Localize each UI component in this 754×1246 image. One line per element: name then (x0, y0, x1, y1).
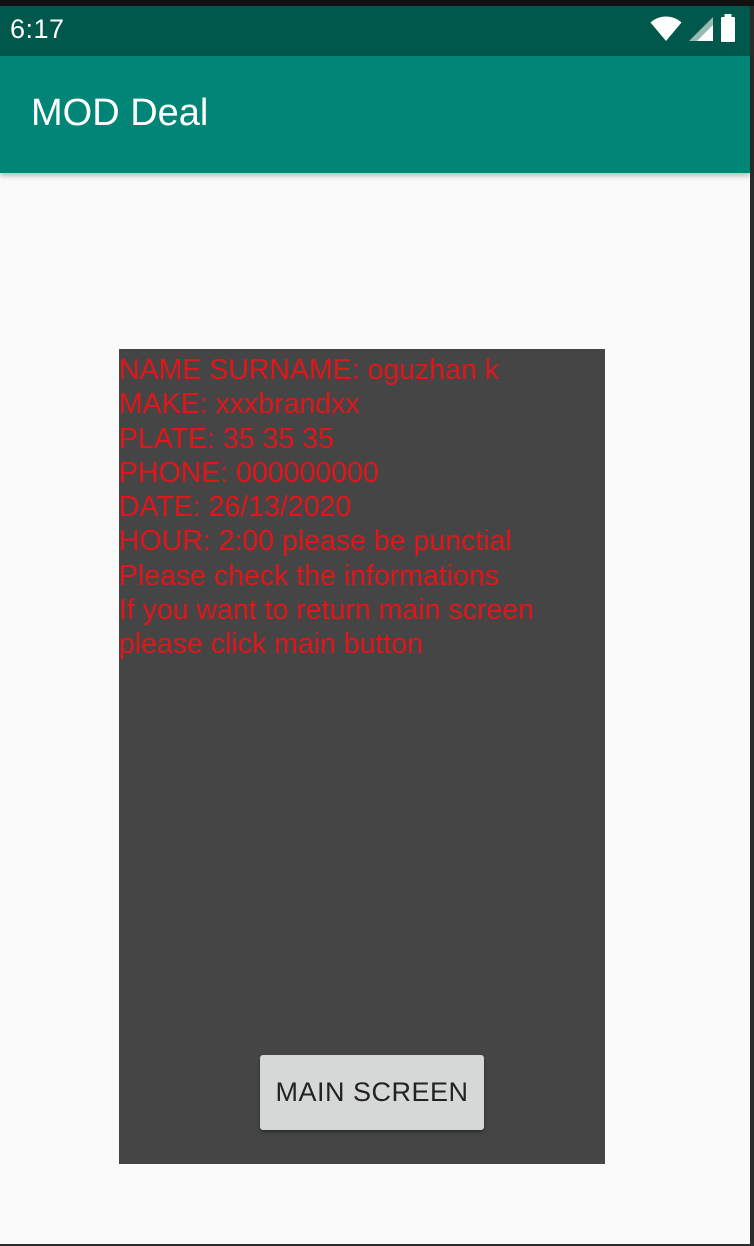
info-panel: NAME SURNAME: oguzhan k MAKE: xxxbrandxx… (119, 349, 605, 1164)
status-time: 6:17 (10, 14, 65, 44)
battery-icon (720, 14, 736, 46)
app-window: 6:17 MOD Deal NAME SURNAME: oguzhan k MA… (0, 0, 754, 1246)
wifi-icon (650, 16, 682, 46)
app-bar: MOD Deal (0, 56, 750, 173)
return-hint-text: If you want to return main screen (119, 594, 535, 627)
app-title: MOD Deal (31, 92, 209, 134)
cell-signal-icon (688, 16, 714, 46)
status-icons (650, 14, 736, 46)
phone-text: PHONE: 000000000 (119, 456, 379, 489)
info-text: NAME SURNAME: oguzhan k MAKE: xxxbrandxx… (119, 353, 605, 662)
hour-text: HOUR: 2:00 please be punctial (119, 525, 512, 558)
status-bar: 6:17 (0, 6, 750, 56)
plate-text: PLATE: 35 35 35 (119, 422, 334, 455)
click-main-text: please click main button (119, 628, 424, 661)
main-screen-button[interactable]: MAIN SCREEN (260, 1055, 484, 1130)
check-info-text: Please check the informations (119, 559, 500, 592)
name-surname-text: NAME SURNAME: oguzhan k (119, 354, 500, 386)
date-text: DATE: 26/13/2020 (119, 491, 352, 524)
make-text: MAKE: xxxbrandxx (119, 388, 360, 421)
